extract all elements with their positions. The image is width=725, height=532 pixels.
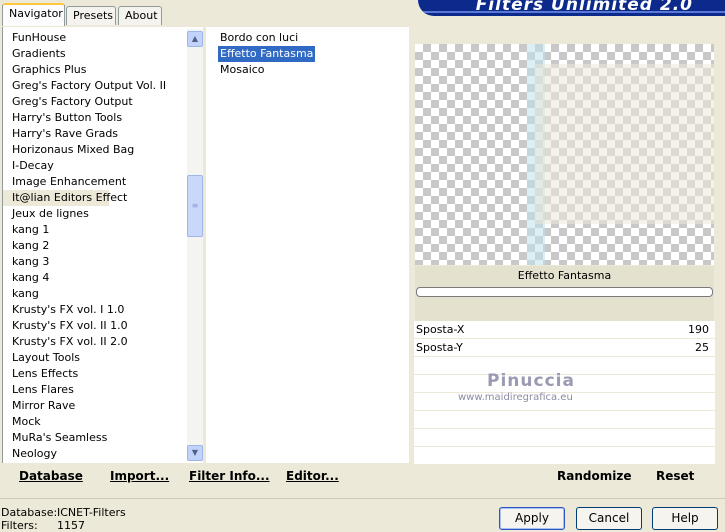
param-value[interactable]: 190 <box>688 321 709 338</box>
editor-button[interactable]: Editor... <box>286 469 339 483</box>
import-button[interactable]: Import... <box>110 469 169 483</box>
category-item[interactable]: Jeux de lignes <box>3 206 186 222</box>
param-label: Sposta-X <box>416 323 465 336</box>
category-item[interactable]: kang 3 <box>3 254 186 270</box>
category-item[interactable]: Gradients <box>3 46 186 62</box>
category-item[interactable]: Krusty's FX vol. I 1.0 <box>3 302 186 318</box>
tab-presets[interactable]: Presets <box>66 6 116 25</box>
current-filter-name: Effetto Fantasma <box>517 269 612 282</box>
category-item[interactable]: kang 4 <box>3 270 186 286</box>
category-list-panel: FunHouse Gradients Graphics Plus Greg's Fac… <box>2 27 203 463</box>
category-item[interactable]: Image Enhancement <box>3 174 186 190</box>
scroll-thumb[interactable]: ≡ <box>187 175 203 237</box>
filter-item[interactable]: Bordo con luci <box>206 30 409 46</box>
scroll-up-icon[interactable]: ▲ <box>187 31 203 47</box>
category-list[interactable]: FunHouse Gradients Graphics Plus Greg's Fac… <box>3 27 186 463</box>
category-item[interactable]: Horizonaus Mixed Bag <box>3 142 186 158</box>
param-sposta-x[interactable]: Sposta-X 190 <box>414 321 715 339</box>
filter-item[interactable]: Effetto Fantasma <box>206 46 409 62</box>
category-item[interactable]: Greg's Factory Output <box>3 94 186 110</box>
database-info: Database:ICNET-Filters <box>1 506 126 519</box>
filters-label: Filters: <box>1 519 38 532</box>
app-banner: Filters Unlimited 2.0 <box>418 0 725 16</box>
category-item[interactable]: Krusty's FX vol. II 2.0 <box>3 334 186 350</box>
progress-bar <box>416 287 713 297</box>
param-value[interactable]: 25 <box>695 339 709 356</box>
help-button[interactable]: Help <box>652 507 718 530</box>
tab-navigator[interactable]: Navigator <box>2 3 65 26</box>
filter-info-button[interactable]: Filter Info... <box>189 469 270 483</box>
apply-button[interactable]: Apply <box>499 507 565 530</box>
param-label: Sposta-Y <box>416 341 463 354</box>
cancel-button[interactable]: Cancel <box>576 507 642 530</box>
category-item[interactable]: kang <box>3 286 186 302</box>
category-item[interactable]: It@lian Editors Effect <box>3 190 127 206</box>
database-button[interactable]: Database <box>19 469 83 483</box>
category-item[interactable]: Graphics Plus <box>3 62 186 78</box>
category-item[interactable]: Lens Effects <box>3 366 186 382</box>
param-empty-slot <box>414 411 715 429</box>
watermark-name: Pinuccia <box>487 371 575 391</box>
category-item[interactable]: MuRa's Seamless <box>3 430 186 446</box>
filters-info: Filters: 1157 <box>1 519 85 532</box>
category-item[interactable]: Lens Flares <box>3 382 186 398</box>
database-value: ICNET-Filters <box>57 506 126 519</box>
category-item[interactable]: FunHouse <box>3 30 186 46</box>
category-item[interactable]: Harry's Rave Grads <box>3 126 186 142</box>
filter-item-label: Mosaico <box>220 63 265 76</box>
tab-about[interactable]: About <box>118 6 162 25</box>
category-scrollbar[interactable]: ▲ ≡ ▼ <box>187 29 203 461</box>
scroll-down-icon[interactable]: ▼ <box>187 445 203 461</box>
database-label: Database: <box>1 506 58 519</box>
filter-item[interactable]: Mosaico <box>206 62 409 78</box>
category-item[interactable]: Greg's Factory Output Vol. II <box>3 78 186 94</box>
param-empty-slot <box>414 429 715 447</box>
param-sposta-y[interactable]: Sposta-Y 25 <box>414 339 715 357</box>
tab-bar: Navigator Presets About <box>0 0 420 26</box>
action-toolbar: Database Import... Filter Info... Editor… <box>0 465 725 491</box>
reset-button[interactable]: Reset <box>656 469 694 483</box>
category-item[interactable]: Layout Tools <box>3 350 186 366</box>
filter-info-strip: Effetto Fantasma <box>415 266 714 321</box>
category-item[interactable]: Neology <box>3 446 186 462</box>
randomize-button[interactable]: Randomize <box>557 469 631 483</box>
category-item[interactable]: I-Decay <box>3 158 186 174</box>
category-item[interactable]: kang 1 <box>3 222 186 238</box>
preview-image <box>415 44 714 265</box>
filter-list[interactable]: Bordo con luci Effetto Fantasma Mosaico <box>206 27 409 463</box>
app-title: Filters Unlimited 2.0 <box>475 0 693 15</box>
watermark-site: www.maidiregrafica.eu <box>458 392 573 403</box>
status-footer: Database:ICNET-Filters Filters: 1157 Appl… <box>0 498 725 532</box>
filter-item-label: Bordo con luci <box>220 31 299 44</box>
category-item[interactable]: Mock <box>3 414 186 430</box>
filters-count: 1157 <box>57 519 85 532</box>
filter-item-label: Effetto Fantasma <box>218 46 316 62</box>
category-item[interactable]: kang 2 <box>3 238 186 254</box>
category-item[interactable]: Krusty's FX vol. II 1.0 <box>3 318 186 334</box>
param-empty-slot <box>414 447 715 465</box>
preview-ghost-area <box>535 64 714 224</box>
category-item[interactable]: Harry's Button Tools <box>3 110 186 126</box>
category-item[interactable]: Mirror Rave <box>3 398 186 414</box>
